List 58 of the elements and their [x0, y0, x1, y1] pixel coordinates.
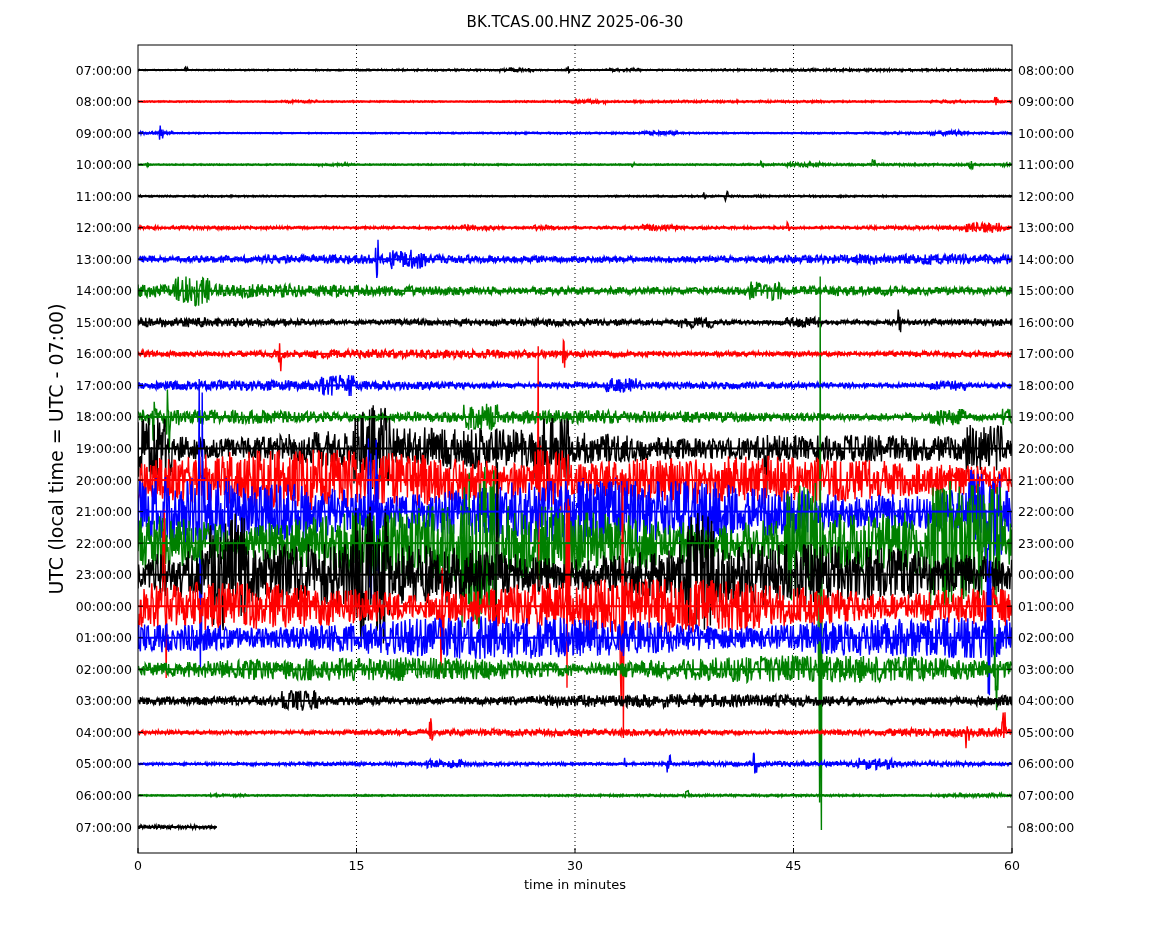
tick-label: 60	[1004, 858, 1020, 873]
time-label: 15:00:00	[1018, 283, 1075, 299]
time-label: 07:00:00	[1018, 787, 1075, 803]
time-label: 18:00:00	[75, 409, 132, 425]
time-label: 12:00:00	[1018, 188, 1075, 204]
time-label: 15:00:00	[75, 314, 132, 330]
axis-label: time in minutes	[523, 877, 627, 892]
time-label: 21:00:00	[1018, 472, 1075, 488]
time-label: 10:00:00	[1018, 125, 1075, 141]
time-label: 17:00:00	[1018, 346, 1075, 362]
time-label: 04:00:00	[75, 724, 132, 740]
time-label: 13:00:00	[75, 251, 132, 267]
time-label: 19:00:00	[75, 441, 132, 456]
tick-label: 15	[348, 858, 365, 873]
time-label: 03:00:00	[75, 693, 132, 709]
time-label: 02:00:00	[1018, 630, 1075, 646]
chart-title: BK.TCAS.00.HNZ 2025-06-30	[466, 13, 684, 31]
tick-label: 0	[134, 858, 142, 873]
time-label: 10:00:00	[75, 157, 132, 173]
time-label: 21:00:00	[75, 504, 132, 520]
time-label: 13:00:00	[1018, 220, 1075, 236]
time-label: 02:00:00	[75, 661, 132, 677]
time-label: 03:00:00	[1018, 661, 1075, 677]
time-label: 01:00:00	[75, 630, 132, 646]
time-label: 08:00:00	[1018, 62, 1075, 78]
time-label: 12:00:00	[75, 220, 132, 236]
time-label: 14:00:00	[1018, 251, 1075, 267]
time-label: 20:00:00	[1018, 441, 1075, 456]
time-label: 00:00:00	[75, 598, 132, 614]
time-label: 19:00:00	[1018, 409, 1075, 425]
time-label: 05:00:00	[75, 756, 132, 772]
time-label: 11:00:00	[75, 188, 132, 204]
time-label: 23:00:00	[75, 567, 132, 583]
time-label: 20:00:00	[75, 472, 132, 488]
axis-label: UTC (local time = UTC - 07:00)	[45, 303, 67, 595]
time-label: 11:00:00	[1018, 157, 1075, 173]
time-label: 01:00:00	[1018, 598, 1075, 614]
time-label: 09:00:00	[75, 125, 132, 141]
time-label: 08:00:00	[75, 94, 132, 110]
tick-label: 45	[785, 858, 802, 873]
time-label: 06:00:00	[75, 787, 132, 803]
time-label: 08:00:00	[1018, 819, 1075, 835]
time-label: 06:00:00	[1018, 756, 1075, 772]
time-label: 07:00:00	[75, 62, 132, 78]
time-label: 22:00:00	[1018, 504, 1075, 520]
time-label: 16:00:00	[1018, 314, 1075, 330]
time-label: 14:00:00	[75, 283, 132, 299]
time-label: 17:00:00	[75, 377, 132, 393]
time-label: 18:00:00	[1018, 377, 1075, 393]
time-label: 04:00:00	[1018, 693, 1075, 709]
time-label: 16:00:00	[75, 346, 132, 362]
time-label: 09:00:00	[1018, 94, 1075, 110]
time-label: 07:00:00	[75, 819, 132, 835]
time-label: 05:00:00	[1018, 724, 1075, 740]
time-label: 22:00:00	[75, 535, 132, 551]
time-label: 23:00:00	[1018, 535, 1075, 551]
tick-label: 30	[567, 858, 583, 873]
time-label: 00:00:00	[1018, 567, 1075, 583]
